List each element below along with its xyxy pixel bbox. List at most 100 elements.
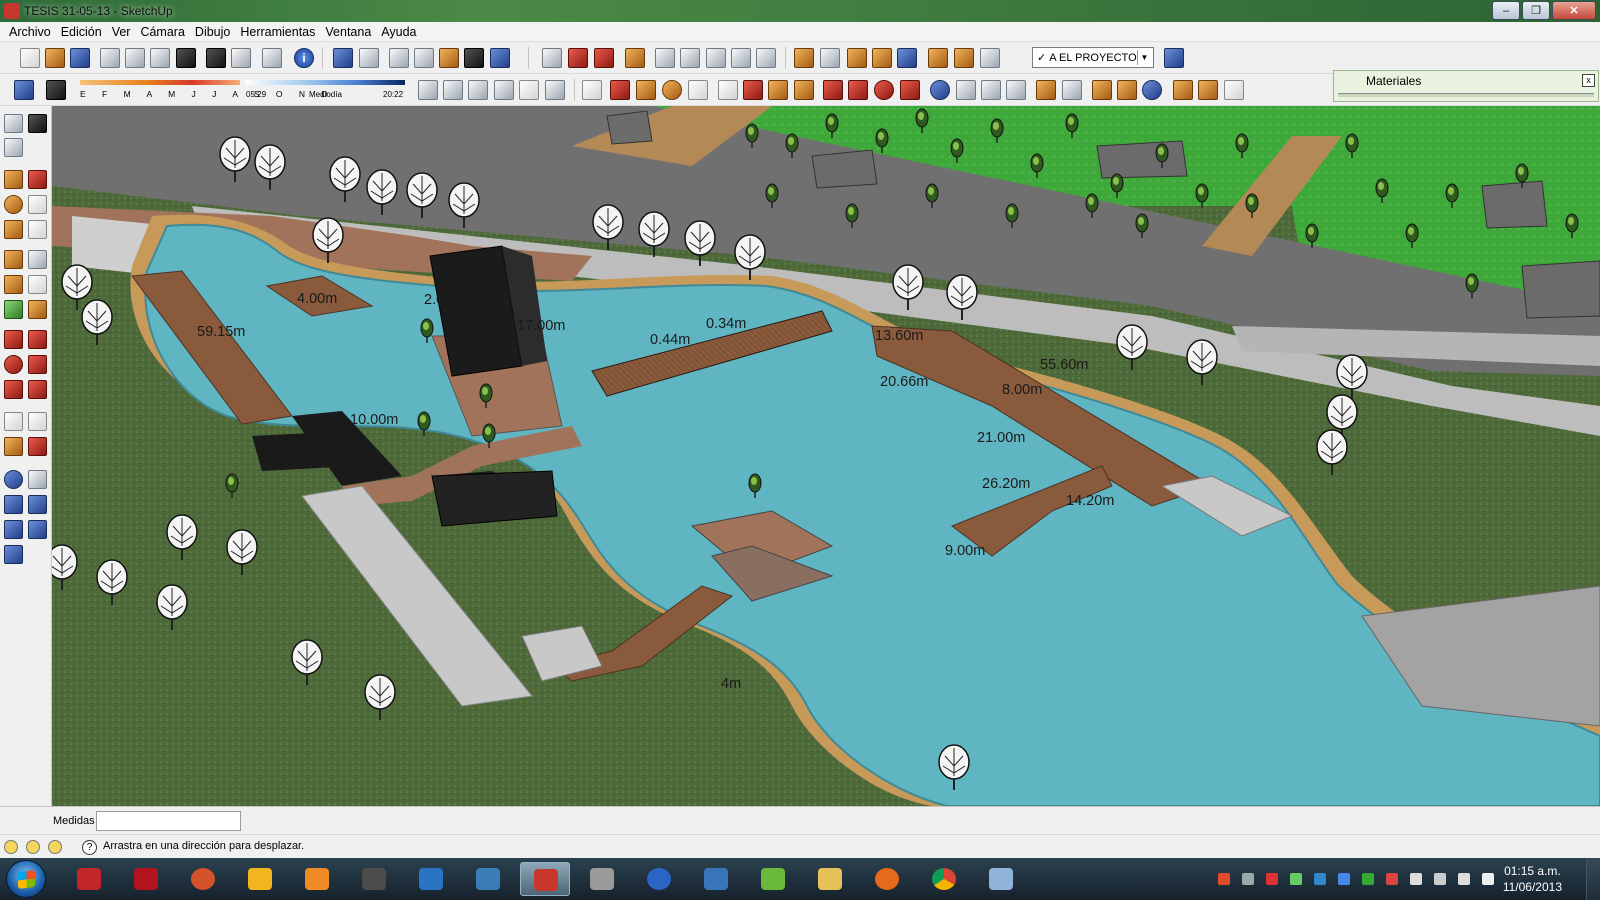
wall-icon[interactable] [494,80,514,100]
top-view-icon[interactable] [680,48,700,68]
paste-icon[interactable] [150,48,170,68]
component-icon[interactable] [625,48,645,68]
protractor-tool-icon[interactable] [4,275,23,294]
scale-tool-icon[interactable] [4,380,23,399]
get-models-icon[interactable] [928,48,948,68]
add-location-icon[interactable] [1092,80,1112,100]
google-earth-icon[interactable] [897,48,917,68]
battery-icon[interactable] [1458,873,1470,885]
zoom-extents-icon[interactable] [1006,80,1026,100]
paint-tool-icon[interactable] [4,437,23,456]
iso-view-icon[interactable] [655,48,675,68]
back-edges-icon[interactable] [490,48,510,68]
share-model-2-icon[interactable] [1198,80,1218,100]
display-shadows-icon[interactable] [46,80,66,100]
erase-icon[interactable] [176,48,196,68]
eraser-tool-icon[interactable] [28,437,47,456]
shaded-icon[interactable] [414,48,434,68]
followme-tool-icon[interactable] [28,355,47,374]
warehouse-icon[interactable] [847,48,867,68]
shadow-settings-icon[interactable] [14,80,34,100]
bluetooth-icon[interactable] [1338,873,1350,885]
front-view-icon[interactable] [706,48,726,68]
taskbar-app-green[interactable] [748,862,798,896]
move-tool-icon[interactable] [4,330,23,349]
prev-view-icon[interactable] [1036,80,1056,100]
taskbar-acrobat[interactable] [121,862,171,896]
house-icon[interactable] [468,80,488,100]
paint-bucket-icon[interactable] [794,80,814,100]
shadow-date-slider[interactable]: E F M A M J J A S O N D [80,80,328,102]
orbit-icon[interactable] [930,80,950,100]
make-component-icon[interactable] [718,80,738,100]
pushpull-tool-icon[interactable] [28,330,47,349]
right-view-icon[interactable] [731,48,751,68]
taskbar-video-editor[interactable] [349,862,399,896]
rotate-icon[interactable] [874,80,894,100]
measurements-input[interactable] [96,811,241,831]
tray-icon[interactable] [1362,873,1374,885]
maximize-button[interactable]: ❐ [1522,1,1550,20]
taskbar-app-plane[interactable] [406,862,456,896]
select-arrow-icon[interactable] [582,80,602,100]
footprints-icon[interactable] [28,114,47,133]
xray-icon[interactable] [333,48,353,68]
pan-icon[interactable] [956,80,976,100]
tape-measure-icon[interactable] [768,80,788,100]
rectangle-tool-icon[interactable] [4,170,23,189]
section-plane-icon[interactable] [542,48,562,68]
save-icon[interactable] [70,48,90,68]
taskbar-firefox[interactable] [862,862,912,896]
menu-archivo[interactable]: Archivo [4,25,56,39]
menu-camara[interactable]: Cámara [135,25,189,39]
undo-icon[interactable] [206,48,226,68]
model-viewport[interactable]: 59.15m 13.60m 55.60m 20.66m 8.00m 21.00m… [52,106,1600,806]
user-icon[interactable] [48,840,62,854]
select-tool-icon[interactable] [4,412,23,431]
get-models-2-icon[interactable] [1173,80,1193,100]
show-desktop-button[interactable] [1586,858,1600,900]
door-icon[interactable] [443,80,463,100]
materials-panel[interactable]: Materiales x [1333,70,1599,102]
geo-location-icon[interactable] [4,840,18,854]
hidden-line-icon[interactable] [389,48,409,68]
taskbar-app-camera[interactable] [691,862,741,896]
zoom-icon[interactable] [981,80,1001,100]
polygon-tool-icon[interactable] [4,220,23,239]
sandbox-icon[interactable] [794,48,814,68]
move-icon[interactable] [848,80,868,100]
taskbar-media-player[interactable] [292,862,342,896]
share-model-icon[interactable] [872,48,892,68]
pan-tool-icon[interactable] [28,470,47,489]
share-component-2-icon[interactable] [1224,80,1244,100]
menu-edicion[interactable]: Edición [56,25,107,39]
taskbar-app-tools[interactable] [577,862,627,896]
layer-dropdown[interactable]: ✓ A EL PROYECTO ▼ [1032,47,1154,68]
taskbar-sketchup[interactable] [520,862,570,896]
menu-herramientas[interactable]: Herramientas [235,25,320,39]
section-display-icon[interactable] [568,48,588,68]
shaded-textures-icon[interactable] [439,48,459,68]
redo-icon[interactable] [231,48,251,68]
close-button[interactable]: ✕ [1552,1,1596,20]
previous-tool-icon[interactable] [4,520,23,539]
circle-tool-icon[interactable] [4,195,23,214]
section-cut-icon[interactable] [594,48,614,68]
walk-icon[interactable] [4,114,23,133]
chevron-down-icon[interactable]: ▼ [1137,50,1151,65]
taskbar-app-leaf[interactable] [463,862,513,896]
line-tool-icon[interactable] [28,170,47,189]
circle-icon[interactable] [662,80,682,100]
toggle-terrain-icon[interactable] [1117,80,1137,100]
flag-icon[interactable] [1410,873,1422,885]
back-view-icon[interactable] [756,48,776,68]
tray-icon[interactable] [1242,873,1254,885]
network-icon[interactable] [1434,873,1446,885]
orbit-tool-icon[interactable] [4,470,23,489]
taskbar-flash[interactable] [235,862,285,896]
arc-tool-icon[interactable] [28,195,47,214]
menu-ver[interactable]: Ver [107,25,136,39]
tray-icon[interactable] [1218,873,1230,885]
cut-icon[interactable] [100,48,120,68]
print-icon[interactable] [262,48,282,68]
